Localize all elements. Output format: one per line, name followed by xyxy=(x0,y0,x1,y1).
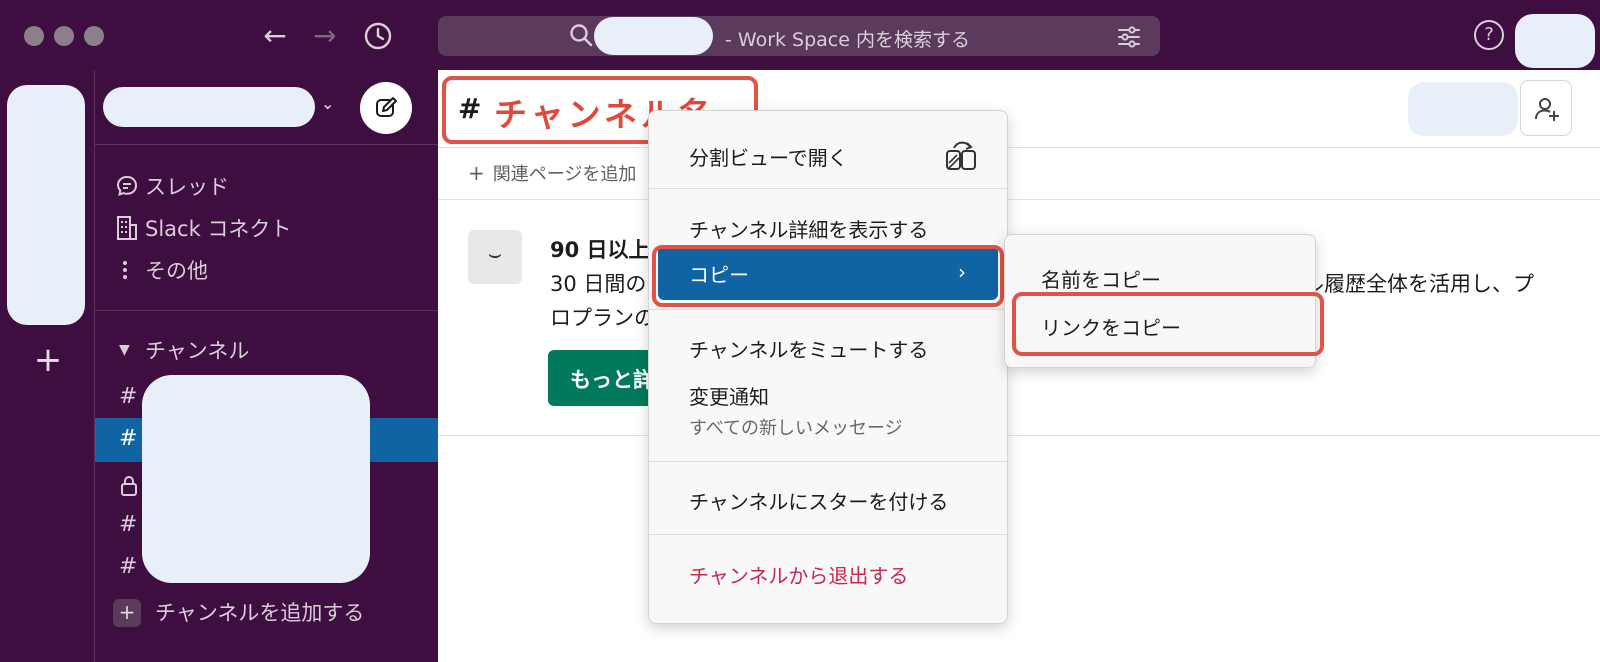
window-close-button[interactable] xyxy=(24,26,44,46)
menu-item-star-channel[interactable]: チャンネルにスターを付ける xyxy=(649,477,1007,521)
menu-item-mute-channel[interactable]: チャンネルをミュートする xyxy=(649,325,1007,369)
add-bookmark-label: 関連ページを追加 xyxy=(492,164,637,185)
search-filter-icon[interactable] xyxy=(1116,24,1142,50)
help-icon[interactable]: ? xyxy=(1474,20,1504,50)
sidebar-divider xyxy=(95,144,438,145)
sidebar-divider xyxy=(95,310,438,311)
search-placeholder: - Work Space 内を検索する xyxy=(725,29,970,51)
sidebar-item-label: スレッド xyxy=(145,175,229,199)
search-bar[interactable]: - Work Space 内を検索する xyxy=(438,16,1160,56)
menu-item-notifications[interactable]: 変更通知 すべての新しいメッセージ xyxy=(649,372,1007,442)
workspace-rail: + xyxy=(0,70,94,662)
banner-text: ロプランの xyxy=(550,306,655,330)
channels-section-label: チャンネル xyxy=(145,339,250,363)
user-avatar[interactable] xyxy=(1515,14,1595,68)
hash-icon: # xyxy=(119,384,138,409)
channels-section-header[interactable]: ▼ チャンネル xyxy=(95,328,438,372)
sidebar: ⌄ スレッド Slack コネクト その他 ▼ チャンネル # # # # チャ… xyxy=(95,70,438,662)
sidebar-item-slack-connect[interactable]: Slack コネクト xyxy=(95,206,438,250)
caret-down-icon: ▼ xyxy=(119,342,130,358)
add-member-button[interactable] xyxy=(1520,80,1572,136)
window-zoom-button[interactable] xyxy=(84,26,104,46)
menu-item-label: チャンネルをミュートする xyxy=(689,338,929,362)
menu-item-label: チャンネル詳細を表示する xyxy=(689,218,929,242)
hash-icon: # xyxy=(119,512,138,537)
plus-icon: + xyxy=(468,161,485,185)
menu-item-sublabel: すべての新しいメッセージ xyxy=(689,418,903,439)
channel-header: # チャンネル名 xyxy=(438,70,1600,148)
search-icon xyxy=(570,24,593,47)
menu-divider xyxy=(649,534,1007,535)
sidebar-item-more[interactable]: その他 xyxy=(95,248,438,292)
menu-item-view-channel-details[interactable]: チャンネル詳細を表示する xyxy=(649,205,1007,249)
menu-item-label: 名前をコピー xyxy=(1041,268,1161,292)
menu-item-label: チャンネルから退出する xyxy=(689,564,909,588)
workspace-name-button[interactable] xyxy=(103,87,315,127)
menu-item-label: 変更通知 xyxy=(689,385,769,409)
redacted-workspace-name xyxy=(594,17,713,55)
hash-icon: # xyxy=(119,426,138,451)
redacted-channel-names xyxy=(142,375,370,583)
building-icon xyxy=(95,215,145,241)
lock-icon xyxy=(119,468,139,504)
plus-icon: + xyxy=(113,599,141,627)
workspace-switcher[interactable] xyxy=(7,85,85,325)
forward-arrow-icon[interactable]: → xyxy=(305,16,345,56)
menu-divider xyxy=(649,309,1007,310)
add-channel-label: チャンネルを追加する xyxy=(155,601,365,625)
back-arrow-icon[interactable]: ← xyxy=(255,16,295,56)
annotation-highlight-copy xyxy=(652,245,1004,307)
split-view-icon xyxy=(946,141,976,170)
sidebar-item-label: その他 xyxy=(145,259,208,283)
threads-icon xyxy=(95,174,145,198)
compose-button[interactable] xyxy=(360,82,412,134)
title-bar: ← → - Work Space 内を検索する ? xyxy=(0,0,1600,70)
chevron-down-icon[interactable]: ⌄ xyxy=(321,94,334,113)
member-avatars-button[interactable] xyxy=(1408,82,1518,136)
menu-divider xyxy=(649,188,1007,189)
add-channel-button[interactable]: チャンネルを追加する xyxy=(95,590,438,634)
bookmark-bar: + 関連ページを追加 xyxy=(438,148,1600,200)
banner-text: ル履歴全体を活用し、プ xyxy=(1303,272,1534,296)
menu-divider xyxy=(649,461,1007,462)
annotation-highlight-copy-link xyxy=(1012,292,1324,356)
menu-item-label: 分割ビューで開く xyxy=(689,146,848,170)
menu-item-leave-channel[interactable]: チャンネルから退出する xyxy=(649,551,1007,595)
compose-icon xyxy=(376,97,397,117)
channel-context-menu: 分割ビューで開く チャンネル詳細を表示する コピー › チャンネルをミュートする… xyxy=(648,110,1008,624)
hash-icon: # xyxy=(119,554,138,579)
banner-text: 30 日間の xyxy=(550,272,647,296)
sleeping-eye-icon: ⌣ xyxy=(468,230,522,284)
banner-title: 90 日以上 xyxy=(550,238,650,262)
sidebar-item-threads[interactable]: スレッド xyxy=(95,164,438,208)
more-vertical-icon xyxy=(95,258,145,282)
menu-item-label: チャンネルにスターを付ける xyxy=(689,490,949,514)
add-person-icon xyxy=(1535,98,1559,121)
sidebar-item-label: Slack コネクト xyxy=(145,217,292,241)
history-icon[interactable] xyxy=(358,16,398,56)
window-minimize-button[interactable] xyxy=(54,26,74,46)
add-bookmark-button[interactable]: + 関連ページを追加 xyxy=(468,160,636,186)
add-workspace-icon[interactable]: + xyxy=(30,342,66,378)
learn-more-button[interactable]: もっと詳 xyxy=(548,350,658,406)
